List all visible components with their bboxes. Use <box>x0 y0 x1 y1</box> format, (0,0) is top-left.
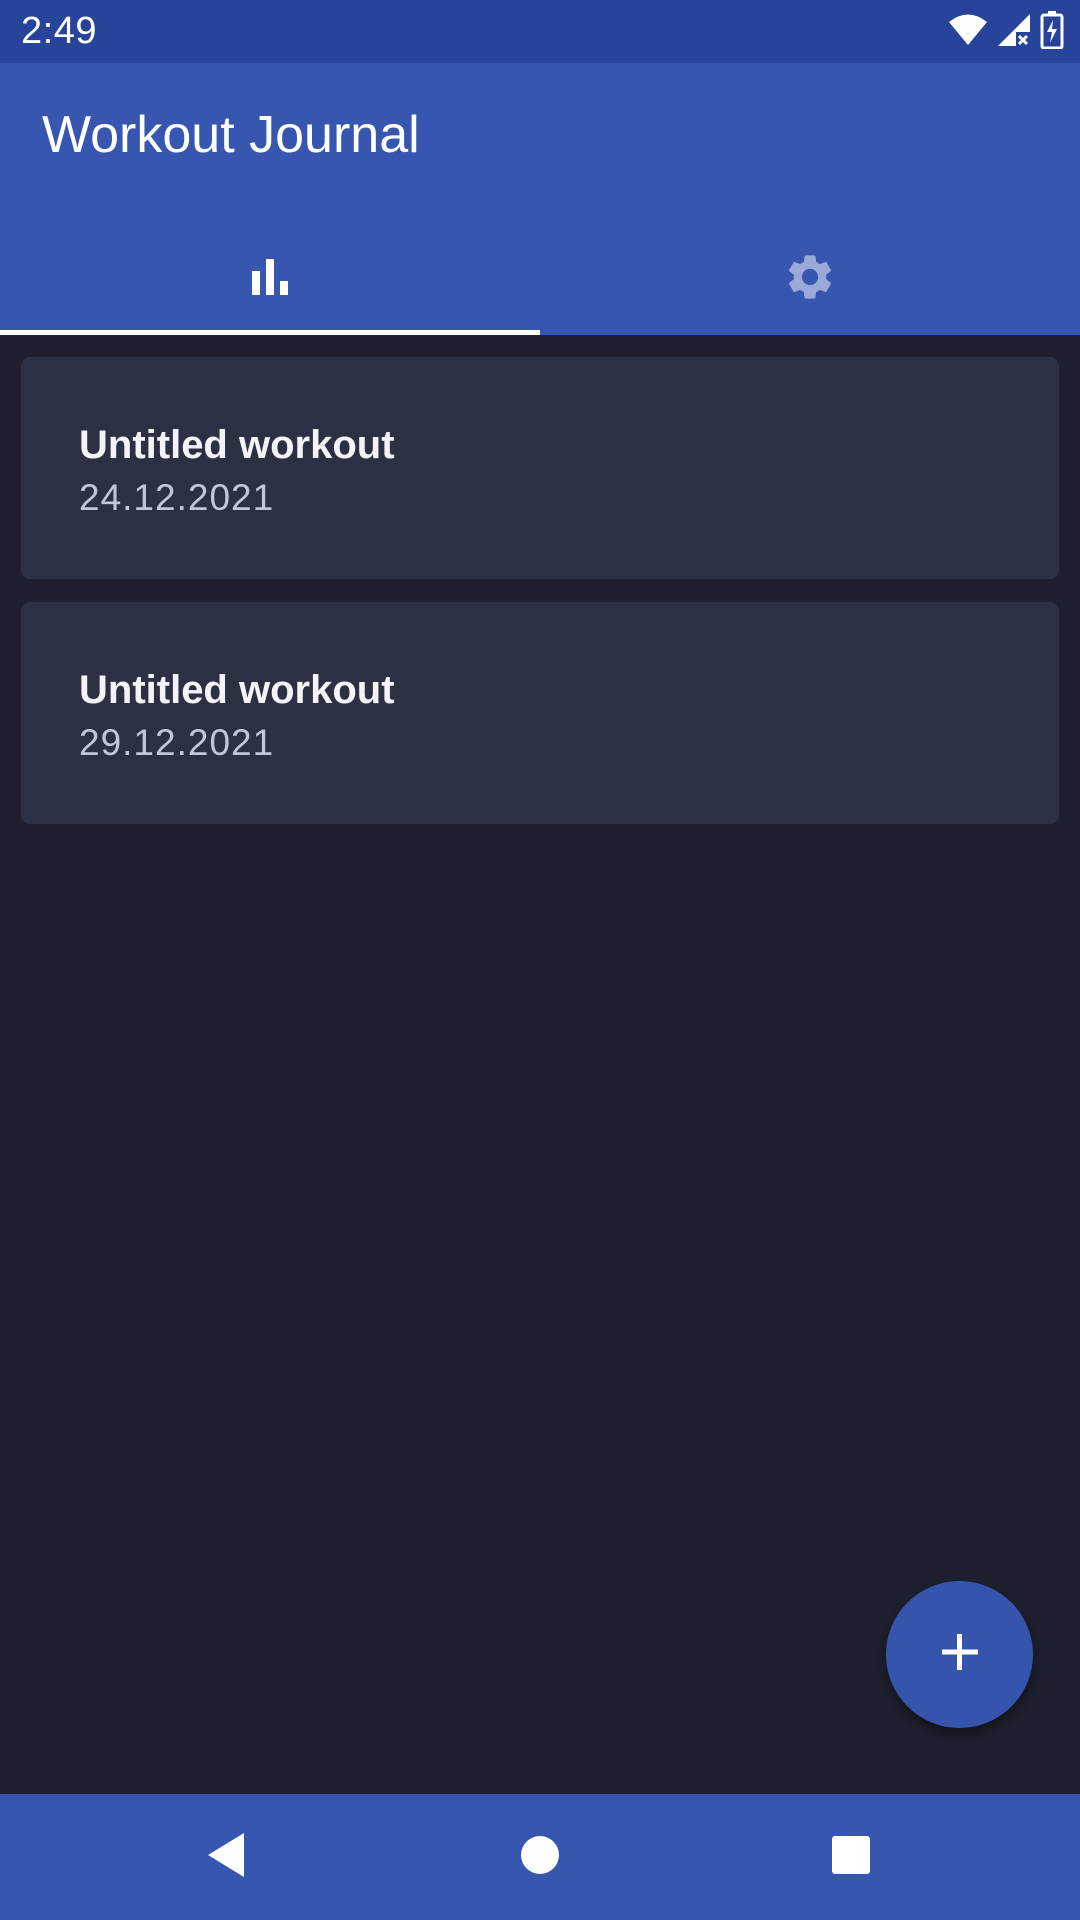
bar-chart-icon <box>248 255 292 304</box>
plus-icon <box>938 1630 982 1679</box>
workout-title: Untitled workout <box>79 423 395 467</box>
gear-icon <box>783 250 837 309</box>
workout-title: Untitled workout <box>79 668 395 712</box>
signal-icon <box>996 12 1032 53</box>
status-time: 2:49 <box>21 10 97 52</box>
app-title: Workout Journal <box>42 106 420 164</box>
app-bar: Workout Journal <box>0 63 1080 335</box>
tab-statistics[interactable] <box>0 223 540 335</box>
tab-indicator <box>0 330 540 335</box>
home-button[interactable] <box>500 1817 580 1897</box>
tab-bar <box>0 223 1080 335</box>
workout-card[interactable]: Untitled workout 24.12.2021 <box>21 357 1059 579</box>
workout-date: 29.12.2021 <box>79 722 275 763</box>
wifi-icon <box>948 13 988 52</box>
status-bar: 2:49 <box>0 0 1080 63</box>
screen: 2:49 Workout Journal Untitled workout 24… <box>0 0 1080 1920</box>
back-icon <box>204 1831 248 1884</box>
tab-settings[interactable] <box>540 223 1080 335</box>
back-button[interactable] <box>186 1817 266 1897</box>
navigation-bar <box>0 1794 1080 1920</box>
add-workout-button[interactable] <box>886 1581 1033 1728</box>
workout-list: Untitled workout 24.12.2021 Untitled wor… <box>21 357 1059 847</box>
workout-card[interactable]: Untitled workout 29.12.2021 <box>21 602 1059 824</box>
workout-date: 24.12.2021 <box>79 477 275 518</box>
recents-button[interactable] <box>811 1817 891 1897</box>
recents-icon <box>831 1835 871 1880</box>
home-icon <box>520 1835 560 1880</box>
battery-charging-icon <box>1040 10 1064 54</box>
status-icons <box>948 10 1064 54</box>
